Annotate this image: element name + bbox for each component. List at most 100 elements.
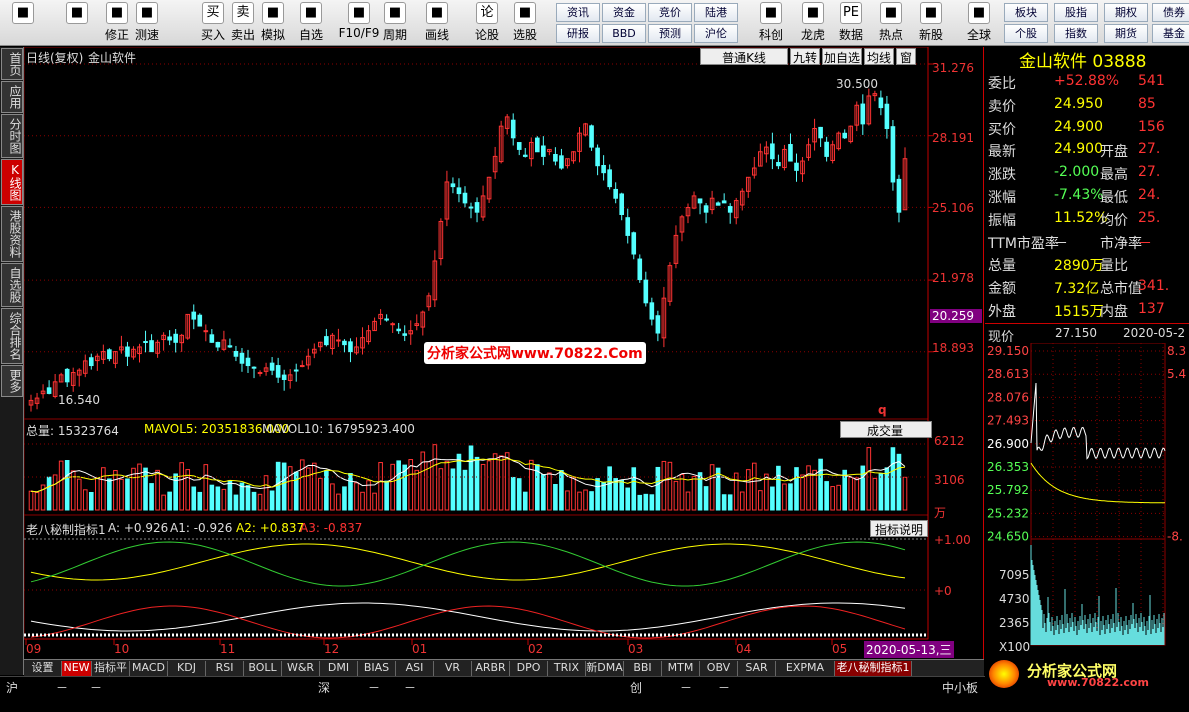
- left-tab-4[interactable]: 港股资料: [1, 206, 23, 262]
- toolbar-small-button[interactable]: 债券: [1152, 3, 1189, 22]
- toolbar-sell-button[interactable]: 卖卖出: [226, 2, 260, 44]
- indicator-tab-设置[interactable]: 设置: [24, 661, 62, 676]
- toolbar-dragon-button[interactable]: ■ 龙虎: [796, 2, 830, 44]
- kline-type-select[interactable]: 普通K线: [700, 48, 788, 65]
- volume-bar: [812, 469, 817, 511]
- quote-cell: 最高: [1100, 167, 1128, 184]
- toolbar-small-button[interactable]: 期货: [1104, 24, 1148, 43]
- q-marker: q: [878, 403, 887, 417]
- toolbar-updown-arrows-button[interactable]: ■ 修正: [100, 2, 134, 44]
- sell-icon: 卖: [232, 2, 254, 24]
- indicator-help-button[interactable]: 指标说明: [870, 520, 928, 537]
- indicator-tab-sar[interactable]: SAR: [738, 661, 776, 676]
- candle-body: [191, 311, 197, 320]
- candle-body: [794, 162, 799, 171]
- left-tab-6[interactable]: 综合排名: [1, 308, 23, 364]
- indicator-tab-老八秘制指标1[interactable]: 老八秘制指标1: [835, 661, 912, 676]
- toolbar-pen-button[interactable]: ■ 画线: [420, 2, 454, 44]
- window-button[interactable]: 窗: [896, 48, 916, 65]
- indicator-tab-boll[interactable]: BOLL: [244, 661, 282, 676]
- toolbar-clock-button[interactable]: ■ 周期: [378, 2, 412, 44]
- toolbar-pe-button[interactable]: PE 数据: [834, 2, 868, 44]
- volume-bar: [631, 467, 637, 511]
- volume-bar: [305, 467, 311, 511]
- toolbar-speed-button[interactable]: ■ 测速: [130, 2, 164, 44]
- left-tab-5[interactable]: 自选股: [1, 263, 23, 307]
- toolbar-star-button[interactable]: ■ 自选: [294, 2, 328, 44]
- indicator-tab-指标平台[interactable]: 指标平台: [92, 661, 130, 688]
- jiuzhuan-button[interactable]: 九转: [790, 48, 820, 65]
- candle-body: [625, 217, 631, 236]
- toolbar-globe-button[interactable]: ■ 全球: [962, 2, 996, 44]
- toolbar-hammer-button[interactable]: ■ 模拟: [256, 2, 290, 44]
- indicator-tab-trix[interactable]: TRIX: [548, 661, 586, 676]
- indicator-tab-bias[interactable]: BIAS: [358, 661, 396, 676]
- quote-cell: TTM市盈率: [988, 235, 1059, 252]
- indicator-tab-dmi[interactable]: DMI: [320, 661, 358, 676]
- toolbar-discuss-button[interactable]: 论论股: [470, 2, 504, 44]
- volume-bar: [836, 484, 841, 511]
- toolbar-small-button[interactable]: 陆港: [694, 3, 738, 22]
- left-tab-3[interactable]: K线图: [1, 159, 23, 205]
- indicator-tab-新dma[interactable]: 新DMA: [586, 661, 624, 676]
- toolbar-small-button[interactable]: 股指: [1054, 3, 1098, 22]
- toolbar-small-button[interactable]: 指数: [1054, 24, 1098, 43]
- indicator-tab-mtm[interactable]: MTM: [662, 661, 700, 676]
- indicator-tab-new[interactable]: NEW: [62, 661, 92, 676]
- toolbar-small-button[interactable]: 个股: [1004, 24, 1048, 43]
- toolbar-windows-logo-button[interactable]: ■: [6, 2, 40, 44]
- moving-average-button[interactable]: 均线: [864, 48, 894, 65]
- candle-body: [559, 155, 564, 169]
- left-tab-2[interactable]: 分时图: [1, 114, 23, 158]
- quote-cell: 27.: [1138, 141, 1161, 158]
- indicator-tab-asi[interactable]: ASI: [396, 661, 434, 676]
- indicator-tab-vr[interactable]: VR: [434, 661, 472, 676]
- indicator-tab-kdj[interactable]: KDJ: [168, 661, 206, 676]
- toolbar-small-button[interactable]: 资金: [602, 3, 646, 22]
- quote-cell: 7.32亿: [1054, 281, 1100, 298]
- left-tab-0[interactable]: 首页: [1, 48, 23, 80]
- star-icon: ■: [300, 2, 322, 24]
- left-tab-7[interactable]: 更多: [1, 365, 23, 397]
- toolbar-small-button[interactable]: 竞价: [648, 3, 692, 22]
- toolbar-small-button[interactable]: 板块: [1004, 3, 1048, 22]
- indicator-tab-expma[interactable]: EXPMA: [776, 661, 835, 676]
- toolbar-label: 选股: [512, 28, 537, 42]
- candle-body: [215, 341, 221, 348]
- candle-body: [860, 103, 866, 125]
- toolbar-kechuang-button[interactable]: ■ 科创: [754, 2, 788, 44]
- toolbar-buy-button[interactable]: 买买入: [196, 2, 230, 44]
- volume-indicator-select[interactable]: 成交量: [840, 421, 932, 438]
- candle-body: [890, 126, 896, 183]
- low-price-marker: 16.540: [58, 393, 100, 407]
- left-tab-1[interactable]: 应用: [1, 81, 23, 113]
- indicator-tab-rsi[interactable]: RSI: [206, 661, 244, 676]
- toolbar-small-button[interactable]: 研报: [556, 24, 600, 43]
- logo-url: www.70822.com: [1047, 676, 1149, 689]
- indicator-tab-dpo[interactable]: DPO: [510, 661, 548, 676]
- indicator-tab-arbr[interactable]: ARBR: [472, 661, 510, 676]
- indicator-tab-bbi[interactable]: BBI: [624, 661, 662, 676]
- indicator-tab-macd[interactable]: MACD: [130, 661, 168, 676]
- toolbar-f10-button[interactable]: ■ F10/F9: [336, 2, 382, 44]
- toolbar-small-button[interactable]: 期权: [1104, 3, 1148, 22]
- status-item-1: －: [56, 681, 69, 695]
- indicator-tab-obv[interactable]: OBV: [700, 661, 738, 676]
- toolbar-small-button[interactable]: BBD: [602, 24, 646, 43]
- toolbar-ipo-button[interactable]: ■ 新股: [914, 2, 948, 44]
- toolbar-small-button[interactable]: 资讯: [556, 3, 600, 22]
- candle-body: [510, 119, 516, 139]
- kechuang-icon: ■: [760, 2, 782, 24]
- toolbar-chart-button[interactable]: ■ 选股: [508, 2, 542, 44]
- candle-body: [269, 362, 275, 371]
- add-watchlist-button[interactable]: 加自选: [822, 48, 862, 65]
- volume-bar: [330, 483, 335, 511]
- speed-icon: ■: [136, 2, 158, 24]
- toolbar-small-button[interactable]: 预测: [648, 24, 692, 43]
- toolbar-small-button[interactable]: 基金: [1152, 24, 1189, 43]
- toolbar-small-button[interactable]: 沪伦: [694, 24, 738, 43]
- indicator-a3-label: A3: -0.837: [300, 521, 363, 535]
- toolbar-hot-button[interactable]: ■ 热点: [874, 2, 908, 44]
- toolbar-back-arrow-button[interactable]: ■: [60, 2, 94, 44]
- indicator-tab-w&r[interactable]: W&R: [282, 661, 320, 676]
